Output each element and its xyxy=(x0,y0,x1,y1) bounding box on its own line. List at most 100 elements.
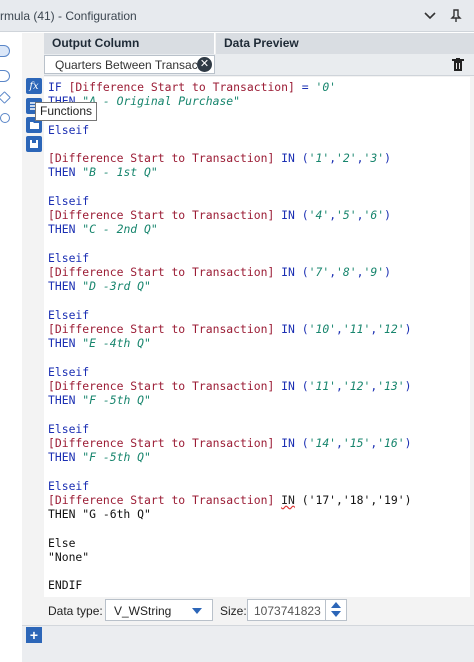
code-token: '11' xyxy=(342,322,371,336)
code-line: THEN "B - 1st Q" xyxy=(48,165,158,179)
code-token: '12' xyxy=(377,322,405,336)
code-token: "E -4th Q" xyxy=(82,336,151,350)
code-token: [Difference Start to Transaction] xyxy=(48,265,275,279)
code-token: '9' xyxy=(363,265,385,279)
fx-icon[interactable]: fx xyxy=(26,78,42,94)
code-token: '7' xyxy=(308,265,330,279)
code-token: "C - 2nd Q" xyxy=(82,222,158,236)
caret-up-icon[interactable] xyxy=(331,602,341,608)
data-preview-header: Data Preview xyxy=(216,33,474,54)
bottom-bar xyxy=(22,625,474,662)
output-column-header: Output Column xyxy=(44,33,215,54)
code-token: ENDIF xyxy=(48,578,83,592)
pin-icon[interactable] xyxy=(446,6,466,26)
code-token: Elseif xyxy=(48,422,90,436)
code-line: Elseif xyxy=(48,422,89,436)
code-line: Elseif xyxy=(48,479,89,493)
code-line: Elseif xyxy=(48,365,89,379)
code-token: ) xyxy=(404,379,412,393)
field-type-bar: Data type: V_WString Size: 1073741823 xyxy=(44,598,474,624)
code-token: THEN xyxy=(48,165,83,179)
code-token: '11' xyxy=(308,379,337,393)
window-title: rmula (41) - Configuration xyxy=(0,9,137,23)
info-icon[interactable] xyxy=(0,113,10,123)
output-field-name: Quarters Between Transactic xyxy=(55,58,197,72)
code-line: [Difference Start to Transaction] IN ('1… xyxy=(48,493,411,507)
code-line: IF [Difference Start to Transaction] = '… xyxy=(48,80,336,94)
code-token: '3' xyxy=(363,151,385,165)
code-token: THEN xyxy=(48,222,83,236)
code-token: THEN xyxy=(48,450,83,464)
code-token: Elseif xyxy=(48,308,90,322)
code-token: Else xyxy=(48,536,76,550)
field-row: Quarters Between Transactic ✕ xyxy=(44,54,474,76)
code-line: [Difference Start to Transaction] IN ('7… xyxy=(48,265,391,279)
diamond-icon[interactable] xyxy=(0,91,11,104)
code-line: Else xyxy=(48,536,75,550)
annotation-tab-icon[interactable] xyxy=(0,70,10,82)
code-line: THEN "G -6th Q" xyxy=(48,507,151,521)
code-token: THEN xyxy=(48,336,83,350)
code-line: [Difference Start to Transaction] IN ('1… xyxy=(48,151,391,165)
code-token: IN ( xyxy=(274,151,309,165)
code-token: [Difference Start to Transaction] xyxy=(48,493,275,507)
code-token: [Difference Start to Transaction] xyxy=(48,208,275,222)
code-token: Elseif xyxy=(48,123,90,137)
code-token: [Difference Start to Transaction] xyxy=(48,151,275,165)
code-token: THEN xyxy=(48,393,83,407)
code-token: '15' xyxy=(342,436,371,450)
output-field-select[interactable]: Quarters Between Transactic ✕ xyxy=(44,55,215,74)
code-line: Elseif xyxy=(48,251,89,265)
chevron-down-icon[interactable] xyxy=(420,6,440,26)
code-token: IN xyxy=(281,493,295,507)
code-token: '10' xyxy=(308,322,337,336)
expression-editor[interactable]: IF [Difference Start to Transaction] = '… xyxy=(44,77,470,597)
code-token: Elseif xyxy=(48,194,90,208)
code-line: [Difference Start to Transaction] IN ('1… xyxy=(48,379,412,393)
code-token: ) xyxy=(384,208,391,222)
code-token: IN ( xyxy=(274,436,309,450)
code-token: '2' xyxy=(336,151,357,165)
code-token: ) xyxy=(384,265,391,279)
code-line: THEN "D -3rd Q" xyxy=(48,279,151,293)
code-token: "None" xyxy=(48,550,90,564)
code-token: [Difference Start to Transaction] xyxy=(48,379,275,393)
code-line: THEN "F -5th Q" xyxy=(48,450,151,464)
code-token: '4' xyxy=(308,208,330,222)
size-value: 1073741823 xyxy=(254,604,321,618)
code-token: [Difference Start to Transaction] xyxy=(68,80,295,94)
code-token: THEN xyxy=(48,279,83,293)
code-token: ) xyxy=(404,322,412,336)
close-icon[interactable]: ✕ xyxy=(197,57,212,72)
code-token: IN ( xyxy=(274,265,309,279)
code-token: '16' xyxy=(377,436,405,450)
size-stepper[interactable] xyxy=(325,599,346,621)
code-token: '6' xyxy=(363,208,385,222)
caret-down-icon[interactable] xyxy=(331,611,341,617)
code-line: Elseif xyxy=(48,123,89,137)
code-line: THEN "E -4th Q" xyxy=(48,336,151,350)
code-token: '13' xyxy=(377,379,405,393)
code-token: "B - 1st Q" xyxy=(82,165,158,179)
data-type-dropdown[interactable]: V_WString xyxy=(105,599,213,621)
code-token: "F -5th Q" xyxy=(82,450,151,464)
code-token: Elseif xyxy=(48,365,90,379)
plus-icon[interactable]: + xyxy=(26,627,42,643)
data-type-label: Data type: xyxy=(48,604,103,618)
code-token: IN ( xyxy=(274,379,309,393)
data-type-value: V_WString xyxy=(114,604,172,618)
trash-icon[interactable] xyxy=(448,55,468,75)
code-token: IN ( xyxy=(274,322,309,336)
code-token: "A - Original Purchase" xyxy=(82,94,241,108)
config-tab-icon[interactable] xyxy=(0,45,10,57)
code-token: [Difference Start to Transaction] xyxy=(48,436,275,450)
code-token: '0' xyxy=(315,80,337,94)
code-line: Elseif xyxy=(48,194,89,208)
code-token: ) xyxy=(404,436,412,450)
save-icon[interactable] xyxy=(26,136,42,152)
code-line: "None" xyxy=(48,550,89,564)
caret-down-icon xyxy=(192,608,202,614)
code-token: [Difference Start to Transaction] xyxy=(48,322,275,336)
code-token: '8' xyxy=(336,265,357,279)
size-label: Size: xyxy=(220,604,247,618)
